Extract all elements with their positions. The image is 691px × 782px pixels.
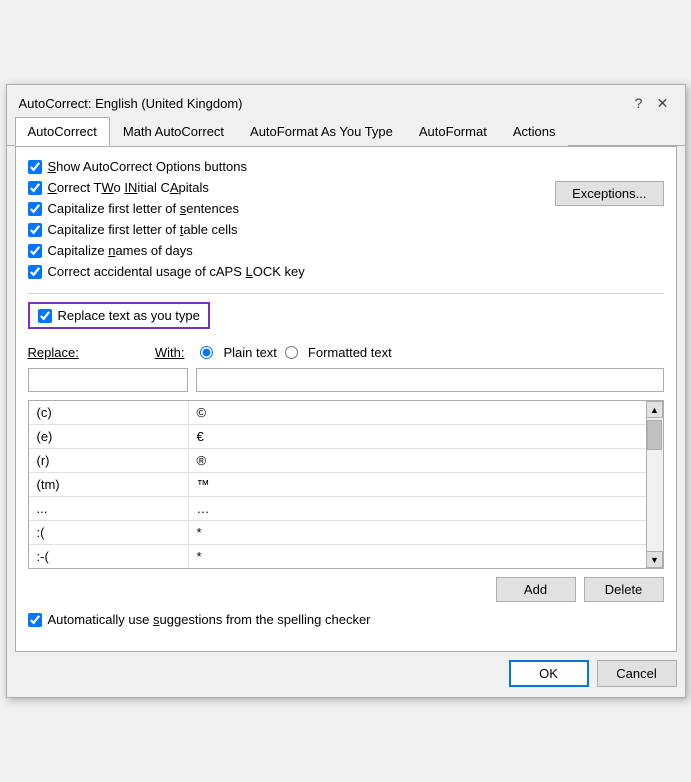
table-cell-with-6: * xyxy=(189,521,646,544)
tab-autoformat-as-you-type[interactable]: AutoFormat As You Type xyxy=(237,117,406,146)
checkbox-capitalize-sentences[interactable] xyxy=(28,202,42,216)
checkbox-capitalize-table-label: Capitalize first letter of table cells xyxy=(48,222,238,237)
with-input[interactable] xyxy=(196,368,664,392)
scroll-down-arrow[interactable]: ▼ xyxy=(646,551,663,568)
checkbox-show-options[interactable] xyxy=(28,160,42,174)
autocorrect-checkboxes: Show AutoCorrect Options buttons Correct… xyxy=(28,159,544,285)
table-cell-with-1: © xyxy=(189,401,646,424)
table-row[interactable]: :( * xyxy=(29,521,646,545)
checkbox-correct-caps[interactable] xyxy=(28,265,42,279)
divider-1 xyxy=(28,293,664,294)
checkbox-row-correct-caps: Correct accidental usage of cAPS LOCK ke… xyxy=(28,264,544,279)
cancel-button[interactable]: Cancel xyxy=(597,660,677,687)
add-button[interactable]: Add xyxy=(496,577,576,602)
checkbox-correct-two[interactable] xyxy=(28,181,42,195)
table-row[interactable]: (tm) ™ xyxy=(29,473,646,497)
exceptions-container: Exceptions... xyxy=(555,159,663,206)
checkbox-correct-two-label: Correct TWo INitial CApitals xyxy=(48,180,209,195)
checkbox-capitalize-days[interactable] xyxy=(28,244,42,258)
delete-button[interactable]: Delete xyxy=(584,577,664,602)
radio-formatted-text[interactable] xyxy=(285,346,298,359)
table-row[interactable]: (c) © xyxy=(29,401,646,425)
autocorrect-table: (c) © (e) € (r) ® (tm) ™ xyxy=(28,400,664,569)
with-label-container: With: xyxy=(155,345,185,360)
top-section: Show AutoCorrect Options buttons Correct… xyxy=(28,159,664,285)
table-cell-with-7: * xyxy=(189,545,646,568)
dialog-buttons: OK Cancel xyxy=(7,660,685,697)
help-button[interactable]: ? xyxy=(629,93,649,113)
checkbox-replace-text-label: Replace text as you type xyxy=(58,308,200,323)
table-scrollbar[interactable]: ▲ ▼ xyxy=(646,401,663,568)
dialog-title: AutoCorrect: English (United Kingdom) xyxy=(19,96,243,111)
table-cell-with-3: ® xyxy=(189,449,646,472)
content-panel: Show AutoCorrect Options buttons Correct… xyxy=(15,146,677,652)
replace-text-section: Replace text as you type xyxy=(28,302,664,337)
replace-text-box: Replace text as you type xyxy=(28,302,210,329)
table-cell-with-5: … xyxy=(189,497,646,520)
checkbox-row-capitalize-days: Capitalize names of days xyxy=(28,243,544,258)
checkbox-auto-suggestions[interactable] xyxy=(28,613,42,627)
table-row[interactable]: (r) ® xyxy=(29,449,646,473)
close-button[interactable]: ✕ xyxy=(653,93,673,113)
checkbox-capitalize-table[interactable] xyxy=(28,223,42,237)
table-row[interactable]: (e) € xyxy=(29,425,646,449)
tab-actions[interactable]: Actions xyxy=(500,117,569,146)
table-cell-replace-2: (e) xyxy=(29,425,189,448)
replace-with-label-row: Replace: With: Plain text Formatted text xyxy=(28,345,664,360)
tab-autoformat[interactable]: AutoFormat xyxy=(406,117,500,146)
table-cell-replace-3: (r) xyxy=(29,449,189,472)
table-cell-replace-1: (c) xyxy=(29,401,189,424)
scroll-thumb[interactable] xyxy=(647,420,662,450)
radio-plain-text[interactable] xyxy=(200,346,213,359)
checkbox-capitalize-sentences-label: Capitalize first letter of sentences xyxy=(48,201,239,216)
checkbox-replace-text[interactable] xyxy=(38,309,52,323)
table-row[interactable]: ... … xyxy=(29,497,646,521)
scroll-up-arrow[interactable]: ▲ xyxy=(646,401,663,418)
checkbox-row-capitalize-sentences: Capitalize first letter of sentences xyxy=(28,201,544,216)
table-cell-with-4: ™ xyxy=(189,473,646,496)
dialog: AutoCorrect: English (United Kingdom) ? … xyxy=(6,84,686,698)
action-row: Add Delete xyxy=(28,577,664,602)
replace-label: Replace: xyxy=(28,345,79,360)
table-cell-replace-6: :( xyxy=(29,521,189,544)
title-bar-buttons: ? ✕ xyxy=(629,93,673,113)
table-row[interactable]: :-( * xyxy=(29,545,646,568)
table-wrapper: (c) © (e) € (r) ® (tm) ™ xyxy=(28,400,664,569)
checkbox-capitalize-days-label: Capitalize names of days xyxy=(48,243,193,258)
with-label: With: xyxy=(155,345,185,360)
checkbox-row-show-options: Show AutoCorrect Options buttons xyxy=(28,159,544,174)
radio-group: Plain text Formatted text xyxy=(200,345,391,360)
checkbox-row-correct-two: Correct TWo INitial CApitals xyxy=(28,180,544,195)
auto-suggestions-row: Automatically use suggestions from the s… xyxy=(28,612,664,627)
table-cell-replace-4: (tm) xyxy=(29,473,189,496)
tab-autocorrect[interactable]: AutoCorrect xyxy=(15,117,110,146)
checkbox-row-capitalize-table: Capitalize first letter of table cells xyxy=(28,222,544,237)
checkbox-auto-suggestions-label: Automatically use suggestions from the s… xyxy=(48,612,371,627)
exceptions-button[interactable]: Exceptions... xyxy=(555,181,663,206)
checkbox-correct-caps-label: Correct accidental usage of cAPS LOCK ke… xyxy=(48,264,305,279)
radio-plain-text-label: Plain text xyxy=(223,345,276,360)
ok-button[interactable]: OK xyxy=(509,660,589,687)
table-main: (c) © (e) € (r) ® (tm) ™ xyxy=(29,401,646,568)
table-cell-replace-7: :-( xyxy=(29,545,189,568)
table-cell-with-2: € xyxy=(189,425,646,448)
checkbox-show-options-label: Show AutoCorrect Options buttons xyxy=(48,159,247,174)
tab-math-autocorrect[interactable]: Math AutoCorrect xyxy=(110,117,237,146)
radio-formatted-text-label: Formatted text xyxy=(308,345,392,360)
title-bar: AutoCorrect: English (United Kingdom) ? … xyxy=(7,85,685,117)
table-cell-replace-5: ... xyxy=(29,497,189,520)
tab-bar: AutoCorrect Math AutoCorrect AutoFormat … xyxy=(7,117,685,146)
replace-input[interactable] xyxy=(28,368,188,392)
input-row xyxy=(28,368,664,392)
